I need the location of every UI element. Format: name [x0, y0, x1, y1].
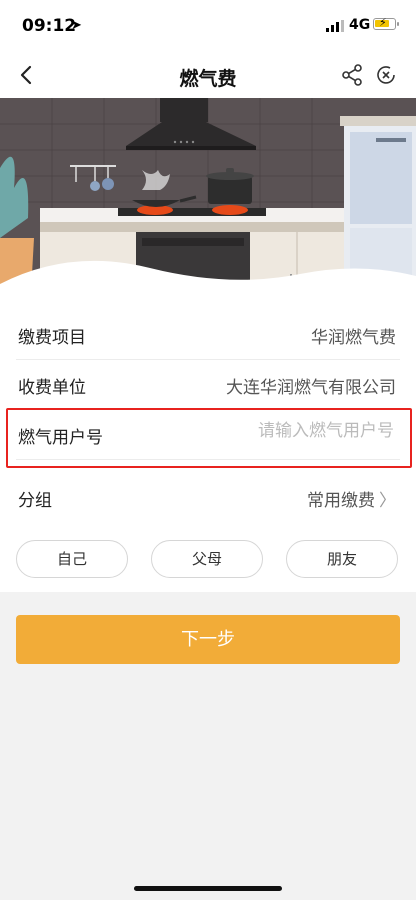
- status-time: 09:12: [22, 16, 77, 36]
- share-icon[interactable]: [340, 63, 364, 87]
- group-chip-friends[interactable]: 朋友: [286, 540, 398, 578]
- group-chip-self[interactable]: 自己: [16, 540, 128, 578]
- nav-bar: 燃气费: [0, 54, 416, 98]
- battery-icon: ⚡: [373, 16, 399, 30]
- chevron-right-icon: 〉: [379, 491, 396, 511]
- home-indicator: [134, 886, 282, 891]
- payment-item-row: 缴费项目 华润燃气费: [16, 310, 400, 360]
- group-value: 常用缴费〉: [307, 486, 396, 511]
- close-icon[interactable]: [374, 63, 398, 87]
- network-type: 4G: [349, 17, 371, 33]
- next-step-button[interactable]: 下一步: [16, 615, 400, 664]
- group-chip-parents[interactable]: 父母: [151, 540, 263, 578]
- location-arrow-icon: ➤: [71, 18, 82, 33]
- billing-unit-value: 大连华润燃气有限公司: [226, 378, 396, 398]
- status-bar: 09:12 ➤ 4G ⚡: [0, 0, 416, 54]
- group-label: 分组: [18, 491, 52, 511]
- billing-unit-label: 收费单位: [18, 378, 86, 398]
- group-value-text: 常用缴费: [307, 491, 375, 511]
- payment-item-value: 华润燃气费: [311, 328, 396, 348]
- billing-unit-row: 收费单位 大连华润燃气有限公司: [16, 360, 400, 410]
- kitchen-banner-illustration: [0, 98, 416, 310]
- group-row[interactable]: 分组 常用缴费〉: [16, 473, 400, 523]
- payment-item-label: 缴费项目: [18, 328, 86, 348]
- account-input-highlight: [6, 408, 412, 468]
- signal-icon: [326, 20, 344, 32]
